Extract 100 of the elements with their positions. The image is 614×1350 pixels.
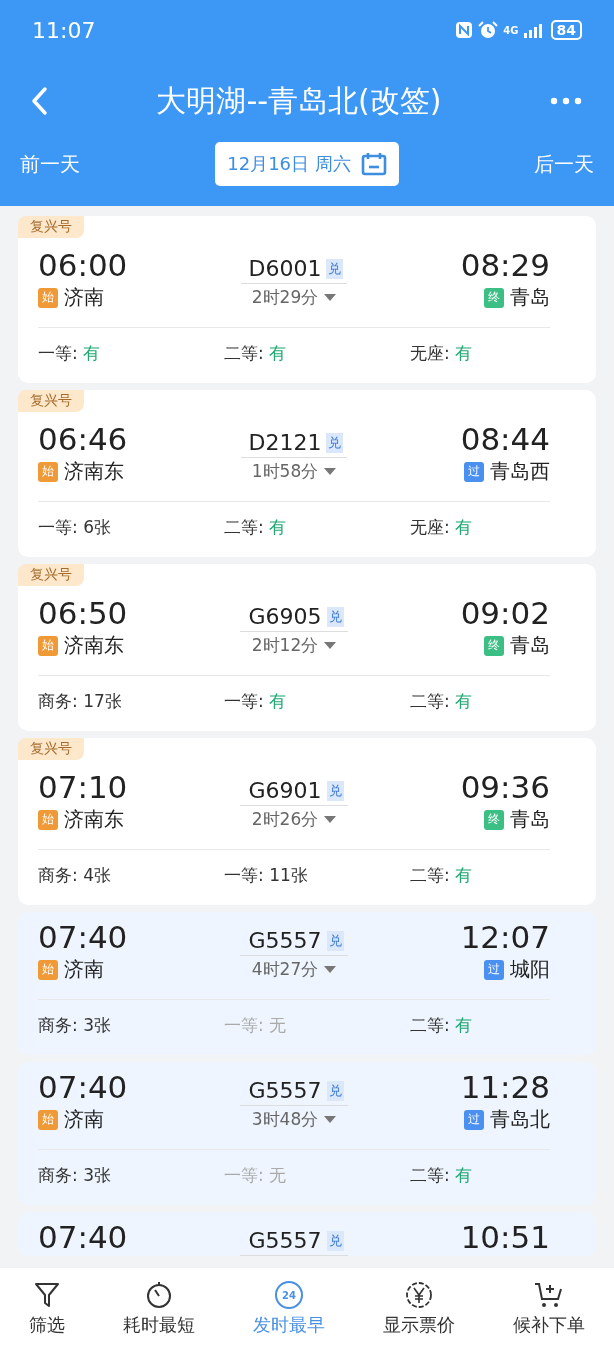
train-number: G6901 xyxy=(248,778,322,803)
seat-availability: 商务: 3张 xyxy=(38,1014,112,1037)
back-icon[interactable] xyxy=(30,86,48,116)
exchange-badge: 兑 xyxy=(326,606,344,627)
network-label: 4G xyxy=(503,24,519,36)
duration-dropdown[interactable]: 2时26分 xyxy=(251,806,337,833)
station-badge: 过 xyxy=(464,461,484,482)
train-number: G6905 xyxy=(248,604,322,629)
train-card[interactable]: 复兴号 07:10 始 济南东 G6901 兑 2时26分 09:36 终 青岛 商务: 4张 一等: 11张 二等: 有 xyxy=(18,738,596,905)
station-badge: 过 xyxy=(464,1109,484,1130)
arrival-time: 11:28 xyxy=(460,1070,550,1104)
nav-tab[interactable]: 筛选 xyxy=(29,1281,65,1337)
departure-time: 07:10 xyxy=(38,770,128,804)
arrival-time: 10:51 xyxy=(460,1220,550,1254)
exchange-badge: 兑 xyxy=(326,432,344,453)
more-icon[interactable] xyxy=(550,97,582,105)
train-card[interactable]: 07:40 G5557 兑 10:51 xyxy=(18,1212,596,1256)
status-time: 11:07 xyxy=(32,17,96,43)
arrival-time: 12:07 xyxy=(460,920,550,954)
seat-availability: 商务: 17张 xyxy=(38,690,123,713)
station-badge: 始 xyxy=(38,287,58,308)
station-badge: 终 xyxy=(484,287,504,308)
station-badge: 过 xyxy=(484,959,504,980)
nav-tab[interactable]: 候补下单 xyxy=(513,1281,585,1337)
seat-availability: 二等: 有 xyxy=(410,690,474,713)
duration-dropdown[interactable]: 1时58分 xyxy=(251,458,337,485)
seat-availability: 一等: 6张 xyxy=(38,516,112,539)
train-card[interactable]: 复兴号 06:50 始 济南东 G6905 兑 2时12分 09:02 终 青岛 商务: 17张 一等: 有 二等: 有 xyxy=(18,564,596,731)
caret-icon xyxy=(324,965,337,974)
arrival-time: 09:36 xyxy=(460,770,550,804)
seat-availability: 无座: 有 xyxy=(410,516,474,539)
train-number: G5557 xyxy=(248,928,322,953)
arrival-time: 09:02 xyxy=(460,596,550,630)
train-card[interactable]: 07:40 始 济南 G5557 兑 3时48分 11:28 过 青岛北 商务: 3张 一等: 无 二等: 有 xyxy=(18,1062,596,1205)
departure-time: 07:40 xyxy=(38,1220,128,1254)
exchange-badge: 兑 xyxy=(326,1230,344,1251)
caret-icon xyxy=(324,293,337,302)
seat-availability: 二等: 有 xyxy=(410,1164,474,1187)
station-badge: 始 xyxy=(38,809,58,830)
departure-time: 07:40 xyxy=(38,920,128,954)
exchange-badge: 兑 xyxy=(326,930,344,951)
train-type-tag: 复兴号 xyxy=(18,738,84,760)
train-type-tag: 复兴号 xyxy=(18,564,84,586)
seat-availability: 一等: 无 xyxy=(224,1164,288,1187)
train-card[interactable]: 复兴号 06:00 始 济南 D6001 兑 2时29分 08:29 终 青岛 一等: 有 二等: 有 无座: 有 xyxy=(18,216,596,383)
caret-icon xyxy=(324,467,337,476)
seat-availability: 无座: 有 xyxy=(410,342,474,365)
arrival-time: 08:44 xyxy=(460,422,550,456)
station-badge: 终 xyxy=(484,809,504,830)
exchange-badge: 兑 xyxy=(326,1080,344,1101)
arrival-station: 青岛西 xyxy=(490,458,550,485)
filter-icon xyxy=(34,1281,60,1309)
departure-station: 济南 xyxy=(64,1106,104,1133)
nav-tab[interactable]: 显示票价 xyxy=(383,1281,455,1337)
duration-dropdown[interactable]: 4时27分 xyxy=(251,956,337,983)
exchange-badge: 兑 xyxy=(326,780,344,801)
train-number: D6001 xyxy=(248,256,322,281)
station-badge: 始 xyxy=(38,1109,58,1130)
departure-time: 06:46 xyxy=(38,422,128,456)
departure-time: 06:50 xyxy=(38,596,128,630)
station-badge: 终 xyxy=(484,635,504,656)
caret-icon xyxy=(324,641,337,650)
train-number: D2121 xyxy=(248,430,322,455)
alarm-icon xyxy=(478,21,499,39)
seat-availability: 商务: 4张 xyxy=(38,864,112,887)
arrival-station: 青岛 xyxy=(510,284,550,311)
departure-time: 07:40 xyxy=(38,1070,128,1104)
train-card[interactable]: 复兴号 06:46 始 济南东 D2121 兑 1时58分 08:44 过 青岛西 一等: 6张 二等: 有 无座: 有 xyxy=(18,390,596,557)
cart-plus-icon xyxy=(534,1281,564,1309)
train-number: G5557 xyxy=(248,1078,322,1103)
departure-station: 济南东 xyxy=(64,632,124,659)
train-number: G5557 xyxy=(248,1228,322,1253)
station-badge: 始 xyxy=(38,635,58,656)
duration-dropdown[interactable]: 2时29分 xyxy=(251,284,337,311)
page-title: 大明湖--青岛北(改签) xyxy=(156,81,442,120)
seat-availability: 一等: 有 xyxy=(38,342,102,365)
seat-availability: 商务: 3张 xyxy=(38,1164,112,1187)
nfc-icon xyxy=(455,21,474,39)
caret-icon xyxy=(324,815,337,824)
departure-station: 济南 xyxy=(64,956,104,983)
duration-dropdown[interactable]: 3时48分 xyxy=(251,1106,337,1133)
timer-icon xyxy=(145,1281,173,1309)
departure-station: 济南东 xyxy=(64,458,124,485)
seat-availability: 二等: 有 xyxy=(410,864,474,887)
caret-icon xyxy=(324,1115,337,1124)
arrival-station: 城阳 xyxy=(510,956,550,983)
station-badge: 始 xyxy=(38,461,58,482)
train-card[interactable]: 07:40 始 济南 G5557 兑 4时27分 12:07 过 城阳 商务: 3张 一等: 无 二等: 有 xyxy=(18,912,596,1055)
duration-dropdown[interactable]: 2时12分 xyxy=(251,632,337,659)
departure-station: 济南 xyxy=(64,284,104,311)
clock-24-icon: 24 xyxy=(275,1281,303,1309)
exchange-badge: 兑 xyxy=(326,258,344,279)
seat-availability: 二等: 有 xyxy=(224,342,288,365)
train-type-tag: 复兴号 xyxy=(18,216,84,238)
arrival-station: 青岛北 xyxy=(490,1106,550,1133)
nav-tab[interactable]: 耗时最短 xyxy=(123,1281,195,1337)
seat-availability: 二等: 有 xyxy=(224,516,288,539)
departure-station: 济南东 xyxy=(64,806,124,833)
departure-time: 06:00 xyxy=(38,248,128,282)
seat-availability: 一等: 无 xyxy=(224,1014,288,1037)
